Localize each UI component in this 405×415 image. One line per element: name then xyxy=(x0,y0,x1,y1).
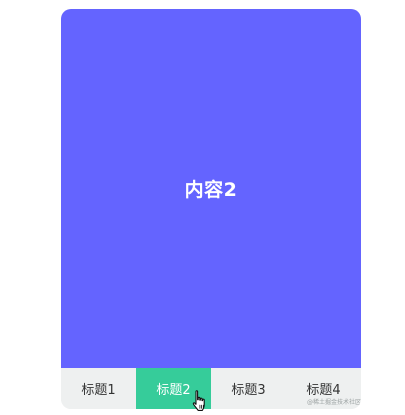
stage: 内容2 标题1 标题2 标题3 标题4 @稀土掘金技术社区 xyxy=(0,0,405,415)
hand-pointer-icon xyxy=(191,389,211,413)
tab-3[interactable]: 标题3 xyxy=(211,368,286,409)
content-panel: 内容2 xyxy=(61,9,361,368)
watermark: @稀土掘金技术社区 xyxy=(306,399,361,406)
tab-1-label: 标题1 xyxy=(81,383,116,398)
tab-1[interactable]: 标题1 xyxy=(61,368,136,409)
tab-3-label: 标题3 xyxy=(231,383,266,398)
tab-card: 内容2 标题1 标题2 标题3 标题4 @稀土掘金技术社区 xyxy=(61,9,361,409)
tab-4-label: 标题4 xyxy=(306,383,341,398)
content-title: 内容2 xyxy=(184,179,238,201)
tab-2-label: 标题2 xyxy=(156,383,191,398)
